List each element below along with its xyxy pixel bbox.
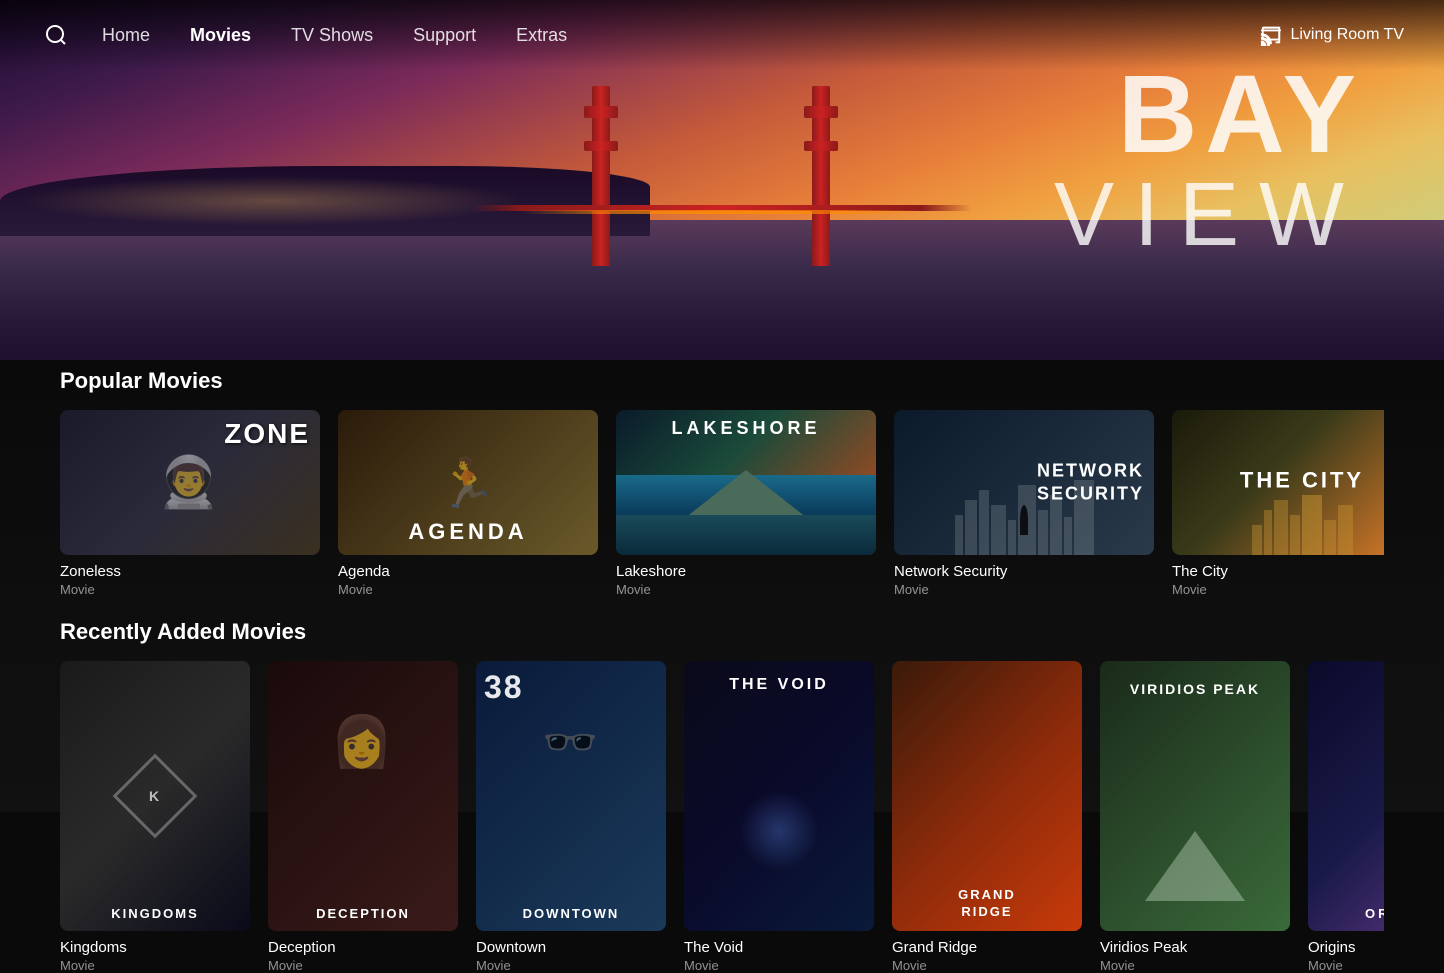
network-security-overlay: NETWORKSECURITY xyxy=(1037,459,1144,506)
network-security-figure xyxy=(1020,505,1028,535)
movie-title-the-city: The City xyxy=(1172,563,1384,580)
movie-card-viridios-peak[interactable]: VIRIDIOS PEAK Viridios Peak Movie xyxy=(1100,661,1290,973)
agenda-figure: 🏃 xyxy=(437,454,499,511)
lakeshore-overlay: LAKESHORE xyxy=(616,418,876,439)
bridge-tower-right xyxy=(812,86,830,266)
movie-title-zoneless: Zoneless xyxy=(60,563,320,580)
movie-title-kingdoms: Kingdoms xyxy=(60,939,250,956)
nav-tv-shows[interactable]: TV Shows xyxy=(291,25,373,46)
hero-title: BAY VIEW xyxy=(1054,60,1364,260)
deception-overlay: DECEPTION xyxy=(268,906,458,921)
hero-bridge xyxy=(472,66,972,266)
movie-card-grand-ridge[interactable]: GRANDRIDGE Grand Ridge Movie xyxy=(892,661,1082,973)
movie-card-deception[interactable]: 👩 DECEPTION Deception Movie xyxy=(268,661,458,973)
grand-ridge-overlay: GRANDRIDGE xyxy=(892,887,1082,921)
kingdoms-overlay: KINGDOMS xyxy=(60,906,250,921)
movie-thumb-downtown: 38 🕶️ DOWNTOWN xyxy=(476,661,666,931)
viridios-overlay: VIRIDIOS PEAK xyxy=(1100,681,1290,697)
astronaut-icon: 👨‍🚀 xyxy=(158,453,222,512)
recently-added-row: K KINGDOMS Kingdoms Movie 👩 DECEPTION xyxy=(60,661,1384,973)
movie-type-origins: Movie xyxy=(1308,958,1384,973)
the-void-overlay: THE VOID xyxy=(684,676,874,694)
downtown-overlay: DOWNTOWN xyxy=(476,906,666,921)
movie-title-origins: Origins xyxy=(1308,939,1384,956)
agenda-overlay: AGENDA xyxy=(338,519,598,545)
movie-card-the-void[interactable]: THE VOID The Void Movie xyxy=(684,661,874,973)
hero-title-line1: BAY xyxy=(1054,60,1364,170)
content-area: Popular Movies 👨‍🚀 ZONE Zoneless Movie 🏃 xyxy=(0,360,1444,812)
movie-thumb-grand-ridge: GRANDRIDGE xyxy=(892,661,1082,931)
movie-title-network-security: Network Security xyxy=(894,563,1154,580)
zoneless-overlay: ZONE xyxy=(224,418,310,450)
movie-type-network-security: Movie xyxy=(894,582,1154,597)
movie-card-lakeshore[interactable]: LAKESHORE Lakeshore Movie xyxy=(616,410,876,597)
movie-type-the-city: Movie xyxy=(1172,582,1384,597)
navigation: Home Movies TV Shows Support Extras Livi… xyxy=(0,0,1444,70)
deception-figure: 👩 xyxy=(331,713,395,772)
movie-thumb-the-city: THE CITY xyxy=(1172,410,1384,555)
movie-card-downtown[interactable]: 38 🕶️ DOWNTOWN Downtown Movie xyxy=(476,661,666,973)
movie-thumb-viridios-peak: VIRIDIOS PEAK xyxy=(1100,661,1290,931)
origins-overlay: ORIGINS xyxy=(1308,906,1384,921)
movie-thumb-deception: 👩 DECEPTION xyxy=(268,661,458,931)
nav-links: Home Movies TV Shows Support Extras xyxy=(102,25,1260,46)
movie-card-the-city[interactable]: THE CITY The City Movie xyxy=(1172,410,1384,597)
movie-type-downtown: Movie xyxy=(476,958,666,973)
movie-title-agenda: Agenda xyxy=(338,563,598,580)
void-earth xyxy=(739,791,819,871)
recently-added-section: Recently Added Movies K KINGDOMS Kingdom… xyxy=(60,619,1384,973)
movie-card-kingdoms[interactable]: K KINGDOMS Kingdoms Movie xyxy=(60,661,250,973)
movie-type-grand-ridge: Movie xyxy=(892,958,1082,973)
movie-card-origins[interactable]: ORIGINS Origins Movie xyxy=(1308,661,1384,973)
movie-type-zoneless: Movie xyxy=(60,582,320,597)
bridge-tower-left xyxy=(592,86,610,266)
movie-type-viridios-peak: Movie xyxy=(1100,958,1290,973)
movie-thumb-agenda: 🏃 AGENDA xyxy=(338,410,598,555)
movie-type-lakeshore: Movie xyxy=(616,582,876,597)
cast-icon xyxy=(1260,24,1282,46)
downtown-figure: 🕶️ xyxy=(542,716,600,769)
movie-thumb-zoneless: 👨‍🚀 ZONE xyxy=(60,410,320,555)
movie-type-kingdoms: Movie xyxy=(60,958,250,973)
hero-city-lights xyxy=(20,176,525,226)
nav-movies[interactable]: Movies xyxy=(190,25,251,46)
movie-thumb-network-security: NETWORKSECURITY xyxy=(894,410,1154,555)
nav-home[interactable]: Home xyxy=(102,25,150,46)
movie-title-viridios-peak: Viridios Peak xyxy=(1100,939,1290,956)
viridios-mountain xyxy=(1145,831,1245,901)
movie-type-deception: Movie xyxy=(268,958,458,973)
movie-title-downtown: Downtown xyxy=(476,939,666,956)
movie-thumb-kingdoms: K KINGDOMS xyxy=(60,661,250,931)
movie-title-deception: Deception xyxy=(268,939,458,956)
movie-type-the-void: Movie xyxy=(684,958,874,973)
popular-movies-section: Popular Movies 👨‍🚀 ZONE Zoneless Movie 🏃 xyxy=(60,368,1384,597)
movie-thumb-the-void: THE VOID xyxy=(684,661,874,931)
movie-thumb-origins: ORIGINS xyxy=(1308,661,1384,931)
bridge-deck-glow xyxy=(522,210,922,214)
lakeshore-mountain xyxy=(616,475,876,555)
movie-title-the-void: The Void xyxy=(684,939,874,956)
the-city-skyline xyxy=(1172,495,1384,555)
cast-button[interactable]: Living Room TV xyxy=(1260,24,1404,46)
movie-thumb-lakeshore: LAKESHORE xyxy=(616,410,876,555)
movie-card-zoneless[interactable]: 👨‍🚀 ZONE Zoneless Movie xyxy=(60,410,320,597)
search-button[interactable] xyxy=(40,19,72,51)
nav-extras[interactable]: Extras xyxy=(516,25,567,46)
popular-movies-row: 👨‍🚀 ZONE Zoneless Movie 🏃 AGENDA Agenda … xyxy=(60,410,1384,597)
search-icon xyxy=(44,23,68,47)
cast-device-label: Living Room TV xyxy=(1290,26,1404,44)
downtown-badge: 38 xyxy=(484,669,524,706)
kingdoms-diamond: K xyxy=(113,754,198,839)
movie-type-agenda: Movie xyxy=(338,582,598,597)
movie-title-grand-ridge: Grand Ridge xyxy=(892,939,1082,956)
the-city-overlay: THE CITY xyxy=(1240,467,1364,493)
movie-title-lakeshore: Lakeshore xyxy=(616,563,876,580)
movie-card-agenda[interactable]: 🏃 AGENDA Agenda Movie xyxy=(338,410,598,597)
recently-added-title: Recently Added Movies xyxy=(60,619,1384,645)
nav-support[interactable]: Support xyxy=(413,25,476,46)
popular-movies-title: Popular Movies xyxy=(60,368,1384,394)
hero-title-line2: VIEW xyxy=(1054,170,1364,260)
movie-card-network-security[interactable]: NETWORKSECURITY Network Security Movie xyxy=(894,410,1154,597)
